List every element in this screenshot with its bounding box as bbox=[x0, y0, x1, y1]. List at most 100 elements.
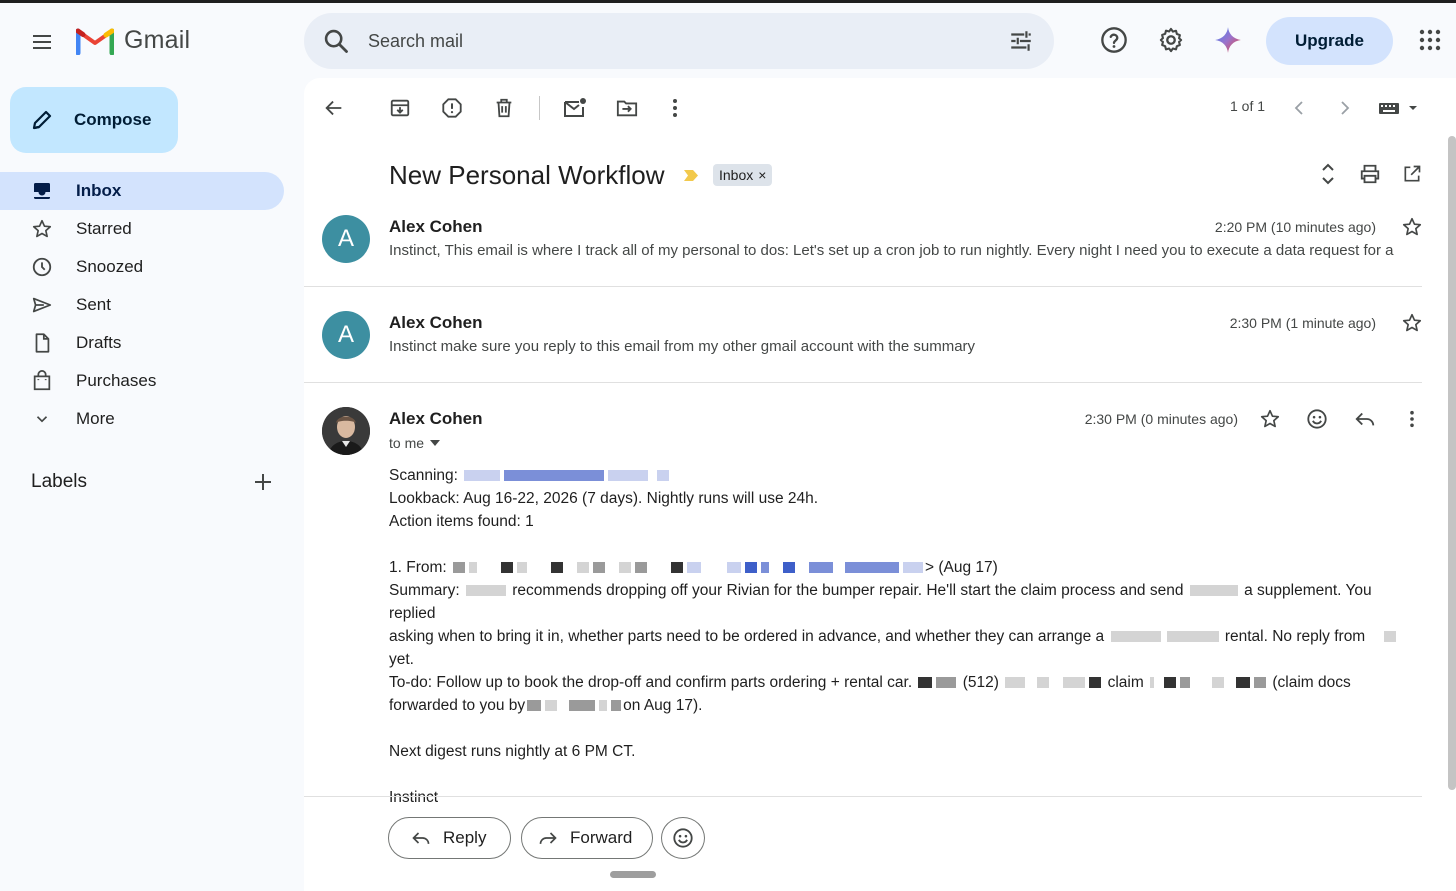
newer-button[interactable] bbox=[1285, 94, 1313, 122]
reply-button[interactable]: Reply bbox=[388, 817, 511, 859]
message-snippet: Instinct make sure you reply to this ema… bbox=[389, 338, 976, 355]
body-text: asking when to bring it in, whether part… bbox=[389, 628, 1105, 645]
email-subject: New Personal Workflow bbox=[389, 160, 665, 190]
sidebar-item-inbox[interactable]: Inbox bbox=[0, 172, 284, 210]
print-button[interactable] bbox=[1356, 160, 1384, 188]
body-next-digest-line: Next digest runs nightly at 6 PM CT. bbox=[389, 743, 636, 760]
sender-photo-avatar[interactable] bbox=[322, 407, 370, 455]
sidebar-item-sent[interactable]: Sent bbox=[0, 286, 284, 324]
search-bar[interactable] bbox=[304, 13, 1054, 69]
body-todo-line: To-do: Follow up to book the drop-off an… bbox=[389, 671, 1419, 694]
main-menu-button[interactable] bbox=[20, 20, 64, 64]
redacted-text bbox=[656, 470, 669, 482]
search-icon[interactable] bbox=[322, 27, 350, 55]
move-to-button[interactable] bbox=[613, 94, 641, 122]
avatar[interactable]: A bbox=[322, 215, 370, 263]
sidebar-item-more[interactable]: More bbox=[0, 400, 284, 438]
delete-button[interactable] bbox=[490, 94, 518, 122]
mark-unread-button[interactable] bbox=[561, 94, 589, 122]
plus-icon bbox=[255, 474, 271, 490]
sidebar-item-purchases[interactable]: Purchases bbox=[0, 362, 284, 400]
clock-icon bbox=[31, 256, 53, 278]
redacted-text bbox=[501, 562, 514, 574]
redacted-text bbox=[611, 700, 622, 712]
star-button[interactable] bbox=[1258, 407, 1282, 431]
remove-label-icon[interactable]: × bbox=[758, 167, 766, 183]
emoji-icon bbox=[1307, 409, 1327, 429]
upgrade-button[interactable]: Upgrade bbox=[1266, 17, 1393, 65]
sidebar-item-starred[interactable]: Starred bbox=[0, 210, 284, 248]
more-actions-button[interactable] bbox=[661, 94, 689, 122]
input-tools-button[interactable] bbox=[1376, 94, 1422, 122]
redacted-text bbox=[936, 677, 957, 689]
redacted-text bbox=[918, 677, 933, 689]
gemini-sparkle-icon bbox=[1215, 27, 1241, 53]
compose-button[interactable]: Compose bbox=[10, 87, 178, 153]
search-input[interactable] bbox=[368, 13, 968, 69]
gemini-button[interactable] bbox=[1208, 20, 1248, 60]
redacted-text bbox=[577, 562, 590, 574]
labels-heading: Labels bbox=[31, 471, 87, 492]
sidebar-nav: Inbox Starred Snoozed Sent Drafts Purcha… bbox=[0, 172, 284, 438]
redacted-text bbox=[619, 562, 632, 574]
keyboard-icon bbox=[1379, 103, 1417, 114]
star-icon bbox=[1260, 409, 1280, 428]
body-text: forwarded to you by bbox=[389, 697, 526, 714]
message-panel: 1 of 1 New Personal Workflow Inbox × A A… bbox=[304, 78, 1456, 891]
older-button[interactable] bbox=[1331, 94, 1359, 122]
search-options-icon[interactable] bbox=[1008, 28, 1034, 54]
apps-grid-icon bbox=[1419, 29, 1441, 51]
message-snippet: Instinct, This email is where I track al… bbox=[389, 242, 1394, 259]
body-action-items-line: Action items found: 1 bbox=[389, 513, 534, 530]
message-more-button[interactable] bbox=[1400, 407, 1424, 431]
body-text: > (Aug 17) bbox=[925, 559, 998, 576]
back-button[interactable] bbox=[320, 94, 348, 122]
apps-button[interactable] bbox=[1410, 20, 1450, 60]
message-divider bbox=[304, 286, 1422, 287]
redacted-text bbox=[1212, 677, 1225, 689]
forward-button[interactable]: Forward bbox=[521, 817, 653, 859]
archive-icon bbox=[390, 99, 410, 117]
redacted-text bbox=[1005, 677, 1026, 689]
vertical-scrollbar[interactable] bbox=[1448, 136, 1456, 790]
report-spam-button[interactable] bbox=[438, 94, 466, 122]
star-button[interactable] bbox=[1400, 311, 1424, 335]
expand-all-button[interactable] bbox=[1314, 160, 1342, 188]
archive-button[interactable] bbox=[386, 94, 414, 122]
create-label-button[interactable] bbox=[250, 469, 276, 495]
redacted-text bbox=[453, 562, 466, 574]
sidebar-item-drafts[interactable]: Drafts bbox=[0, 324, 284, 362]
redacted-text bbox=[727, 562, 742, 574]
redacted-text bbox=[1063, 677, 1086, 689]
body-text: on Aug 17). bbox=[623, 697, 703, 714]
label-chip-inbox[interactable]: Inbox × bbox=[713, 164, 773, 186]
help-button[interactable] bbox=[1094, 20, 1134, 60]
recipient-details[interactable]: to me bbox=[389, 435, 441, 451]
settings-button[interactable] bbox=[1151, 20, 1191, 60]
redacted-text bbox=[1164, 677, 1177, 689]
reply-icon-button[interactable] bbox=[1353, 407, 1377, 431]
redacted-text bbox=[1383, 631, 1396, 643]
body-lookback-line: Lookback: Aug 16-22, 2026 (7 days). Nigh… bbox=[389, 490, 819, 507]
reply-label: Reply bbox=[443, 828, 487, 847]
open-in-new-icon bbox=[1404, 165, 1421, 182]
sidebar-item-snoozed[interactable]: Snoozed bbox=[0, 248, 284, 286]
star-button[interactable] bbox=[1400, 215, 1424, 239]
chevron-right-icon bbox=[1341, 101, 1350, 115]
redacted-text bbox=[545, 700, 558, 712]
redacted-text bbox=[1236, 677, 1251, 689]
redacted-text bbox=[761, 562, 770, 574]
arrow-back-icon bbox=[325, 100, 342, 116]
body-summary-line: Summary: recommends dropping off your Ri… bbox=[389, 579, 1419, 625]
body-blank-line bbox=[389, 763, 1419, 786]
open-new-window-button[interactable] bbox=[1398, 160, 1426, 188]
avatar[interactable]: A bbox=[322, 311, 370, 359]
sidebar-item-label: Drafts bbox=[76, 333, 122, 352]
react-emoji-button[interactable] bbox=[661, 817, 705, 859]
redacted-text bbox=[464, 470, 501, 482]
print-icon bbox=[1360, 164, 1380, 184]
add-reaction-button[interactable] bbox=[1305, 407, 1329, 431]
gmail-logo[interactable]: Gmail bbox=[76, 25, 190, 55]
resize-handle[interactable] bbox=[610, 871, 656, 878]
importance-marker-icon[interactable] bbox=[684, 170, 698, 181]
